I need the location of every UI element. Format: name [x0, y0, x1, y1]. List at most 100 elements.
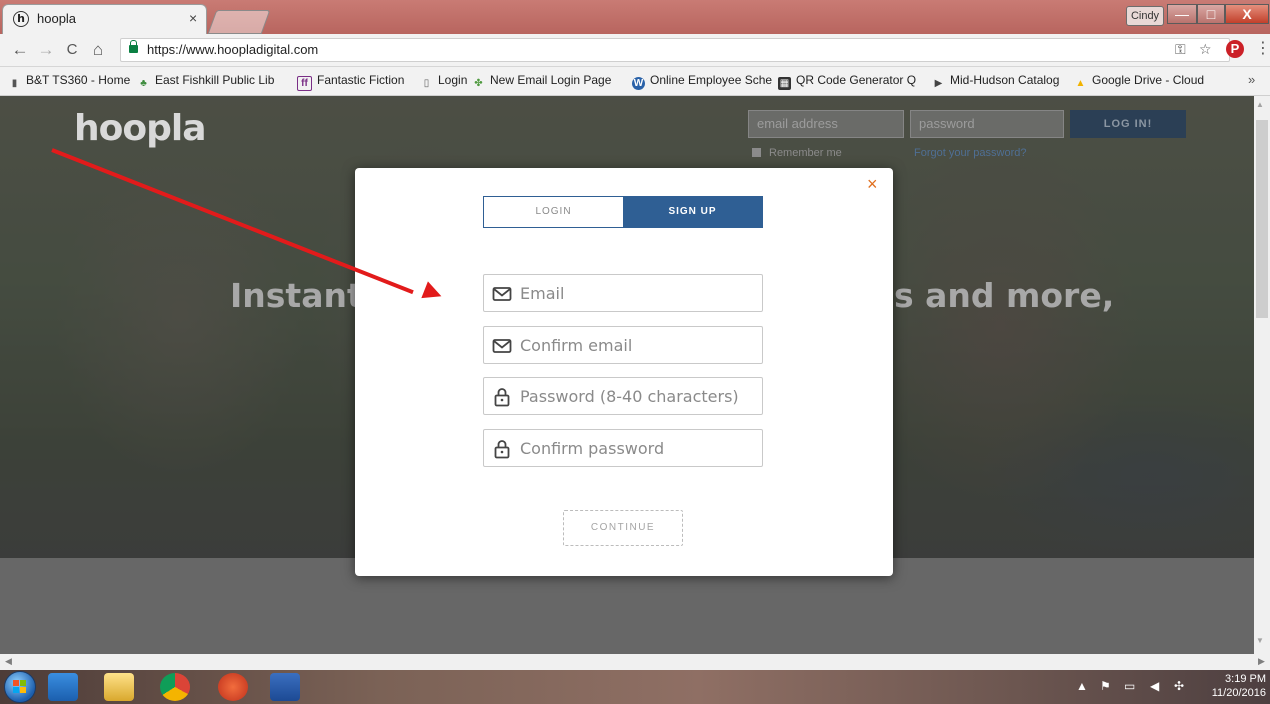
- tab-signup[interactable]: SIGN UP: [623, 197, 762, 227]
- play-circle-icon: ▶: [934, 78, 943, 89]
- start-button[interactable]: [4, 671, 36, 703]
- hero-headline-right: s and more,: [894, 276, 1115, 315]
- bookmark-new-email-login[interactable]: ✤ New Email Login Page: [472, 73, 611, 90]
- bookmark-bt-icon: ▮: [11, 78, 18, 89]
- fantastic-fiction-icon: ff: [297, 76, 312, 91]
- media-player-icon[interactable]: [48, 673, 78, 701]
- tab-title: hoopla: [37, 11, 77, 26]
- hoopla-favicon-icon: h: [13, 11, 29, 27]
- bookmark-fantastic-fiction[interactable]: ff Fantastic Fiction: [297, 73, 404, 91]
- bookmark-east-fishkill[interactable]: ♣ East Fishkill Public Lib: [137, 73, 274, 90]
- reload-icon[interactable]: C: [62, 41, 82, 58]
- email-field[interactable]: Email: [483, 274, 763, 312]
- bookmark-qr-code[interactable]: ▦ QR Code Generator Q: [778, 73, 916, 90]
- bookmark-bt-ts360[interactable]: ▮ B&T TS360 - Home: [8, 73, 131, 90]
- bookmark-label: Google Drive - Cloud: [1092, 73, 1205, 87]
- volume-icon[interactable]: ◀: [1150, 679, 1159, 693]
- bookmark-online-employee[interactable]: W Online Employee Sche: [632, 73, 772, 90]
- signup-modal: × LOGIN SIGN UP Email Confirm email Pass…: [355, 168, 893, 576]
- bookmark-label: Mid-Hudson Catalog: [950, 73, 1060, 87]
- hoopla-logo: hoopla: [74, 108, 206, 149]
- browser-tab-hoopla[interactable]: h hoopla ×: [2, 4, 207, 34]
- browser-toolbar: ← → C ⌂ https://www.hoopladigital.com ⚿ …: [0, 34, 1270, 67]
- remember-me-checkbox[interactable]: Remember me: [752, 147, 842, 159]
- padlock-icon: [494, 388, 510, 407]
- tab-strip: h hoopla × Cindy — □ X: [0, 0, 1270, 34]
- secure-lock-icon: [129, 40, 138, 53]
- scroll-right-icon[interactable]: ▶: [1258, 656, 1265, 667]
- vertical-scrollbar[interactable]: ▲ ▼: [1254, 96, 1270, 654]
- word-icon[interactable]: [270, 673, 300, 701]
- qr-code-icon: ▦: [778, 77, 791, 90]
- email-placeholder: Email: [520, 284, 565, 303]
- forward-arrow-icon[interactable]: →: [36, 40, 56, 60]
- palm-tree-icon: ♣: [140, 78, 147, 89]
- minimize-button[interactable]: —: [1167, 4, 1197, 24]
- bookmark-mid-hudson[interactable]: ▶ Mid-Hudson Catalog: [932, 73, 1060, 90]
- login-signup-toggle: LOGIN SIGN UP: [483, 196, 763, 228]
- remember-me-label: Remember me: [769, 147, 842, 159]
- show-hidden-icons-icon[interactable]: ▲: [1076, 679, 1088, 693]
- bookmark-label: East Fishkill Public Lib: [155, 73, 275, 87]
- page-icon: ▯: [423, 78, 430, 89]
- system-clock[interactable]: 3:19 PM 11/20/2016: [1198, 672, 1266, 700]
- tab-close-icon[interactable]: ×: [189, 10, 197, 26]
- bookmark-label: New Email Login Page: [490, 73, 612, 87]
- continue-button[interactable]: CONTINUE: [563, 510, 683, 546]
- bookmark-label: B&T TS360 - Home: [26, 73, 131, 87]
- padlock-icon: [494, 440, 510, 459]
- confirm-email-field[interactable]: Confirm email: [483, 326, 763, 364]
- action-center-flag-icon[interactable]: ⚑: [1100, 679, 1111, 693]
- sync-icon[interactable]: ✣: [1174, 679, 1184, 693]
- address-bar[interactable]: https://www.hoopladigital.com ⚿ ☆: [120, 38, 1230, 62]
- header-login-button[interactable]: LOG IN!: [1070, 110, 1186, 138]
- scroll-up-icon[interactable]: ▲: [1256, 100, 1264, 109]
- google-drive-icon: ▲: [1075, 78, 1086, 89]
- tab-login[interactable]: LOGIN: [484, 197, 623, 227]
- w-logo-icon: W: [632, 77, 645, 90]
- network-icon[interactable]: ▭: [1124, 679, 1135, 693]
- password-field[interactable]: Password (8-40 characters): [483, 377, 763, 415]
- checkbox-icon: [752, 148, 761, 157]
- profile-button[interactable]: Cindy: [1126, 6, 1164, 26]
- scroll-down-icon[interactable]: ▼: [1256, 636, 1264, 645]
- bookmark-star-icon[interactable]: ☆: [1199, 41, 1212, 58]
- email-login-icon: ✤: [474, 78, 483, 89]
- clock-date: 11/20/2016: [1211, 687, 1266, 699]
- bookmark-label: Login: [438, 73, 468, 87]
- back-arrow-icon[interactable]: ←: [10, 40, 30, 60]
- bookmark-login[interactable]: ▯ Login: [420, 73, 468, 90]
- horizontal-scrollbar[interactable]: ◀ ▶: [0, 654, 1270, 670]
- envelope-icon: [492, 339, 512, 353]
- bookmark-label: Fantastic Fiction: [317, 73, 405, 87]
- forgot-password-link[interactable]: Forgot your password?: [914, 147, 1027, 159]
- password-placeholder: Password (8-40 characters): [520, 387, 739, 406]
- pinterest-extension-icon[interactable]: P: [1226, 40, 1244, 58]
- confirm-password-placeholder: Confirm password: [520, 439, 665, 458]
- sierra-icon[interactable]: [218, 673, 248, 701]
- bookmarks-bar: ▮ B&T TS360 - Home ♣ East Fishkill Public …: [0, 67, 1270, 96]
- url-text: https://www.hoopladigital.com: [147, 42, 319, 57]
- key-icon[interactable]: ⚿: [1175, 41, 1186, 58]
- chrome-icon[interactable]: [160, 673, 190, 701]
- modal-close-icon[interactable]: ×: [867, 174, 878, 195]
- bookmark-label: Online Employee Sche: [650, 73, 773, 87]
- maximize-button[interactable]: □: [1197, 4, 1225, 24]
- confirm-email-placeholder: Confirm email: [520, 336, 633, 355]
- new-tab-button[interactable]: [207, 10, 271, 34]
- scroll-left-icon[interactable]: ◀: [5, 656, 12, 667]
- scrollbar-thumb[interactable]: [1256, 120, 1268, 318]
- envelope-icon: [492, 287, 512, 301]
- more-bookmarks-icon[interactable]: »: [1248, 72, 1255, 87]
- confirm-password-field[interactable]: Confirm password: [483, 429, 763, 467]
- file-explorer-icon[interactable]: [104, 673, 134, 701]
- header-email-input[interactable]: email address: [748, 110, 904, 138]
- home-icon[interactable]: ⌂: [88, 40, 108, 60]
- window-close-button[interactable]: X: [1225, 4, 1269, 24]
- header-password-input[interactable]: password: [910, 110, 1064, 138]
- bookmark-google-drive[interactable]: ▲ Google Drive - Cloud: [1074, 73, 1205, 90]
- clock-time: 3:19 PM: [1225, 673, 1266, 685]
- browser-menu-icon[interactable]: ⋮: [1255, 38, 1270, 58]
- bookmark-label: QR Code Generator Q: [796, 73, 917, 87]
- windows-taskbar: ▲ ⚑ ▭ ◀ ✣ 3:19 PM 11/20/2016: [0, 670, 1270, 704]
